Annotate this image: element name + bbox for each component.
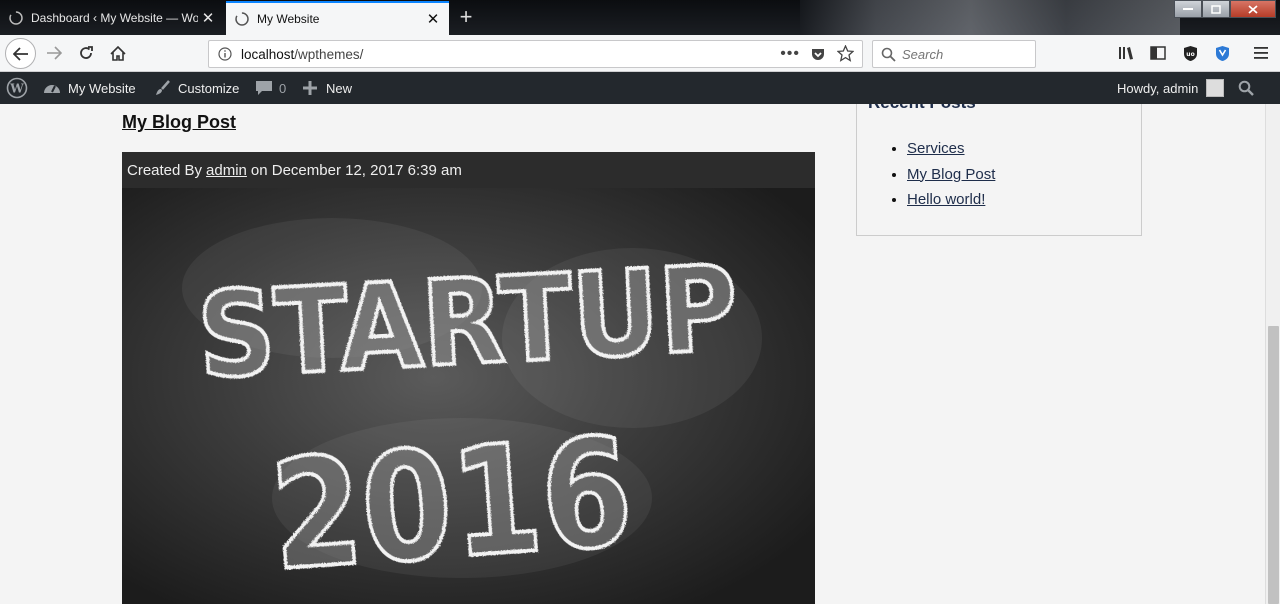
new-label: New: [326, 80, 353, 96]
url-path: /wpthemes/: [294, 46, 364, 62]
window-close-button[interactable]: [1230, 0, 1276, 18]
privacy-shield-icon[interactable]: [1211, 42, 1233, 64]
wordpress-logo-button[interactable]: W: [6, 72, 28, 104]
new-tab-button[interactable]: +: [452, 2, 480, 32]
dashboard-gauge-icon: [44, 85, 60, 93]
forward-button[interactable]: [42, 41, 66, 65]
home-icon: [110, 45, 126, 61]
ublock-shield-icon[interactable]: uo: [1179, 42, 1201, 64]
search-icon: [1238, 80, 1254, 96]
forward-arrow-icon: [47, 46, 62, 60]
maximize-button[interactable]: [1202, 0, 1230, 18]
paintbrush-icon: [156, 80, 170, 95]
recent-post-link[interactable]: My Blog Post: [907, 166, 995, 183]
site-name-menu[interactable]: My Website: [42, 72, 136, 104]
comments-link[interactable]: 0: [255, 72, 286, 104]
chalk-lettering: STARTUP 2016: [192, 237, 742, 604]
tab-title: My Website: [257, 12, 320, 26]
reload-icon: [80, 46, 93, 59]
tab-strip: Dashboard ‹ My Website — Wo ✕ My Website…: [0, 0, 1280, 35]
post-title-link[interactable]: My Blog Post: [122, 112, 236, 133]
pocket-icon[interactable]: [810, 46, 826, 67]
svg-text:uo: uo: [1186, 51, 1194, 58]
avatar: [1206, 79, 1225, 97]
tab-title: Dashboard ‹ My Website — Wo: [31, 11, 198, 25]
list-item: Hello world!: [907, 187, 995, 213]
recent-post-link[interactable]: Services: [907, 140, 965, 157]
search-icon: [881, 47, 896, 62]
minimize-button[interactable]: [1174, 0, 1202, 18]
tab-dashboard[interactable]: Dashboard ‹ My Website — Wo ✕: [0, 1, 224, 35]
svg-text:W: W: [9, 82, 24, 96]
meta-prefix: Created By: [127, 161, 203, 179]
wordpress-logo-icon: W: [6, 77, 28, 99]
meta-date: on December 12, 2017 6:39 am: [250, 161, 462, 179]
plus-icon: [303, 81, 317, 95]
titlebar-background: [800, 0, 1180, 35]
comments-count: 0: [279, 80, 287, 96]
scrollbar-thumb[interactable]: [1268, 326, 1279, 604]
library-icon[interactable]: [1115, 42, 1137, 64]
comment-bubble-icon: [256, 81, 272, 95]
featured-image[interactable]: STARTUP 2016: [122, 188, 815, 604]
info-icon[interactable]: [218, 47, 232, 66]
wp-admin-bar: W My Website Customize 0 New Howdy, admi…: [0, 72, 1280, 104]
list-item: My Blog Post: [907, 162, 995, 188]
account-menu[interactable]: Howdy, admin: [1117, 72, 1225, 104]
customize-link[interactable]: Customize: [154, 72, 239, 104]
search-bar[interactable]: [872, 40, 1036, 68]
navigation-toolbar: localhost/wpthemes/ ••• uo: [0, 35, 1280, 72]
recent-posts-widget: Recent Posts Services My Blog Post Hello…: [856, 104, 1142, 236]
admin-search-button[interactable]: [1238, 72, 1254, 104]
page-content: My Blog Post Created By admin on Decembe…: [0, 104, 1265, 604]
page-actions-icon[interactable]: •••: [780, 45, 800, 63]
list-item: Services: [907, 136, 995, 162]
back-arrow-icon: [12, 46, 28, 61]
howdy-greeting: Howdy, admin: [1117, 80, 1199, 96]
back-button[interactable]: [5, 38, 36, 69]
post-meta: Created By admin on December 12, 2017 6:…: [122, 152, 815, 188]
url-bar[interactable]: localhost/wpthemes/ •••: [208, 40, 863, 68]
home-button[interactable]: [106, 41, 130, 65]
wordpress-favicon-icon: [234, 11, 250, 27]
customize-label: Customize: [178, 80, 240, 96]
bookmark-star-icon[interactable]: [836, 44, 855, 67]
recent-posts-list: Services My Blog Post Hello world!: [907, 136, 995, 213]
url-text[interactable]: localhost/wpthemes/: [241, 47, 862, 62]
tab-close-icon[interactable]: ✕: [198, 8, 218, 28]
tab-my-website[interactable]: My Website ✕: [226, 1, 449, 35]
widget-heading: Recent Posts: [868, 104, 976, 113]
search-input[interactable]: [902, 46, 1022, 62]
site-name: My Website: [68, 80, 136, 96]
url-host: localhost: [241, 46, 295, 62]
recent-post-link[interactable]: Hello world!: [907, 191, 985, 208]
author-link[interactable]: admin: [206, 162, 247, 179]
tab-close-icon[interactable]: ✕: [423, 9, 443, 29]
new-content-menu[interactable]: New: [303, 72, 352, 104]
vertical-scrollbar[interactable]: [1265, 104, 1280, 604]
image-text-year: 2016: [266, 406, 637, 604]
menu-hamburger-icon[interactable]: [1250, 42, 1272, 64]
wordpress-favicon-icon: [8, 10, 24, 26]
reload-button[interactable]: [74, 41, 98, 65]
sidebar-toggle-icon[interactable]: [1147, 42, 1169, 64]
image-text-startup: STARTUP: [194, 239, 740, 405]
